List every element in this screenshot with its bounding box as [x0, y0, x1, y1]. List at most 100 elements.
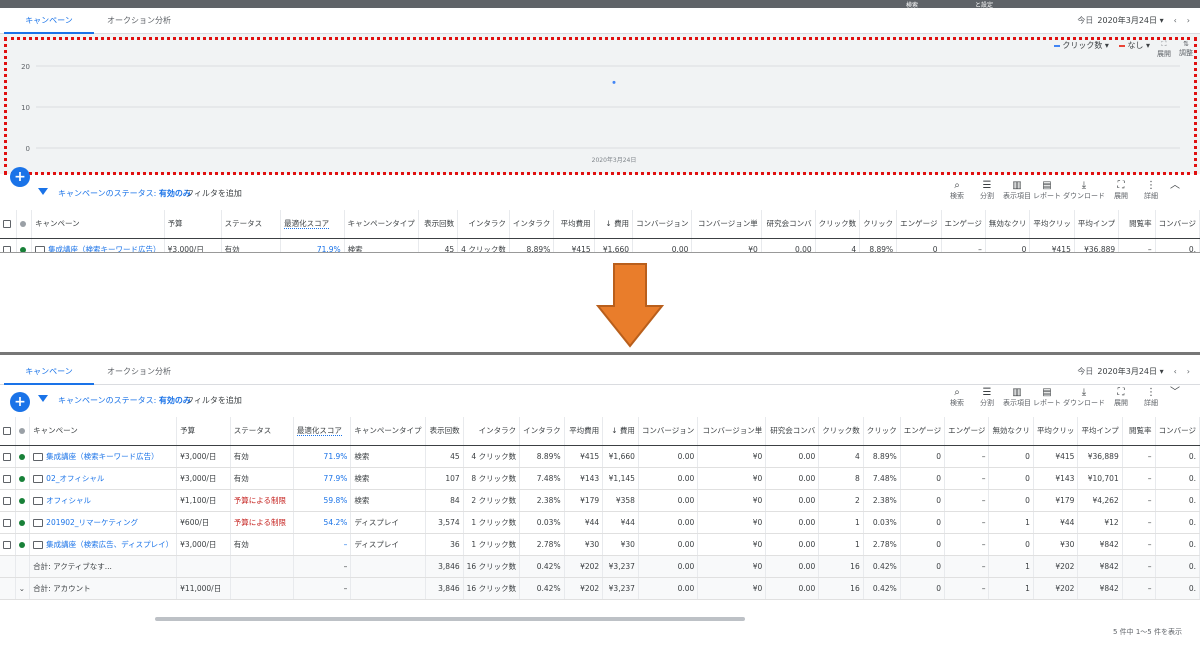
column-header[interactable]: クリック [859, 210, 898, 239]
table-row[interactable]: 集成講座（検索広告、ディスプレイ） ¥3,000/日 有効 – ディスプレイ 36 1 クリ… [0, 533, 1200, 556]
column-header[interactable]: 平均費用 [564, 417, 604, 446]
cell-name[interactable]: オフィシャル [29, 489, 178, 512]
column-header[interactable]: クリック数 [818, 417, 864, 446]
report-tool[interactable]: ▤ レポート [1032, 180, 1062, 201]
add-filter-link[interactable]: フィルタを追加 [186, 395, 242, 406]
cell-budget[interactable]: ¥3,000/日 [176, 533, 231, 556]
column-header[interactable]: キャンペーンタイプ [344, 210, 419, 239]
more-tool[interactable]: ⋮ 詳細 [1136, 387, 1166, 408]
column-header[interactable]: 予算 [164, 210, 222, 239]
column-header[interactable]: インタラク [457, 210, 510, 239]
table-row[interactable]: 02_オフィシャル ¥3,000/日 有効 77.9% 検索 107 8 クリック数 7.48… [0, 467, 1200, 490]
chevron-down-icon[interactable]: ▾ [1160, 16, 1164, 25]
expand-chevron-icon[interactable]: ﹀ [1166, 387, 1184, 398]
column-header[interactable]: 平均インプ [1074, 210, 1120, 239]
search-tool[interactable]: ⌕ 検索 [942, 387, 972, 408]
report-tool[interactable]: ▤ レポート [1032, 387, 1062, 408]
expand-tool[interactable]: ⛶ 展開 [1106, 180, 1136, 201]
columns-tool[interactable]: ▥ 表示項目 [1002, 387, 1032, 408]
segment-tool[interactable]: ☰ 分割 [972, 180, 1002, 201]
row-checkbox[interactable] [3, 496, 11, 505]
column-header[interactable]: 無効なクリ [988, 417, 1034, 446]
table-row[interactable]: 集成講座（検索キーワード広告） ¥3,000/日 有効 71.9% 検索 45 4 クリック… [0, 238, 1200, 252]
row-checkbox[interactable] [3, 474, 11, 483]
column-header[interactable] [0, 417, 16, 446]
status-filter-chip[interactable]: キャンペーンのステータス: 有効のみ [58, 188, 191, 199]
more-tool[interactable]: ⋮ 詳細 [1136, 180, 1166, 201]
cell-budget[interactable]: ¥3,000/日 [164, 238, 222, 252]
column-header[interactable]: キャンペーンタイプ [350, 417, 426, 446]
table-row[interactable]: オフィシャル ¥1,100/日 予算による制限 59.8% 検索 84 2 クリック数 2.3… [0, 489, 1200, 512]
column-header[interactable]: 平均クリッ [1033, 417, 1079, 446]
column-header[interactable]: 最適化スコア [280, 210, 345, 239]
table-row[interactable]: 201902_リマーケティング ¥600/日 予算による制限 54.2% ディスプレイ 3… [0, 511, 1200, 534]
chevron-left-icon[interactable]: ‹ [1174, 367, 1177, 376]
chevron-left-icon[interactable]: ‹ [1174, 16, 1177, 25]
tab-auction[interactable]: オークション分析 [94, 359, 184, 385]
select-all-checkbox[interactable] [3, 427, 11, 436]
tab-campaign[interactable]: キャンペーン [4, 359, 94, 385]
column-header[interactable]: キャンペーン [29, 417, 178, 446]
column-header[interactable]: コンバージョン単 [691, 210, 762, 239]
column-header[interactable]: キャンペーン [31, 210, 165, 239]
date-selector[interactable]: 今日 2020年3月24日 ▾ ‹ › [1077, 8, 1190, 34]
column-header[interactable]: 閲覧率 [1118, 210, 1156, 239]
expand-chevron-icon[interactable]: ⌄ [15, 577, 31, 600]
column-header[interactable]: 研究会コンバ [765, 417, 820, 446]
filter-icon[interactable] [38, 395, 48, 402]
row-checkbox[interactable] [3, 540, 11, 549]
row-checkbox[interactable] [3, 518, 11, 527]
chevron-right-icon[interactable]: › [1187, 16, 1190, 25]
column-header[interactable]: クリック数 [815, 210, 861, 239]
cell-name[interactable]: 201902_リマーケティング [29, 511, 178, 534]
column-header[interactable]: インタラク [509, 210, 555, 239]
column-header[interactable]: ステータス [221, 210, 282, 239]
download-tool[interactable]: ⤓ ダウンロード [1062, 180, 1106, 201]
add-filter-link[interactable]: フィルタを追加 [186, 188, 242, 199]
cell-budget[interactable]: ¥3,000/日 [176, 445, 231, 468]
cell-budget[interactable]: ¥1,100/日 [176, 489, 231, 512]
column-header[interactable]: ↓ 費用 [602, 417, 639, 446]
column-header[interactable]: インタラク [463, 417, 521, 446]
horizontal-scrollbar[interactable] [155, 617, 745, 621]
column-header[interactable]: エンゲージ [900, 417, 946, 446]
column-header[interactable]: コンバージ [1155, 417, 1200, 446]
column-header[interactable]: 表示回数 [425, 417, 464, 446]
column-header[interactable]: エンゲージ [944, 417, 990, 446]
columns-tool[interactable]: ▥ 表示項目 [1002, 180, 1032, 201]
column-header[interactable]: 平均インプ [1077, 417, 1123, 446]
segment-tool[interactable]: ☰ 分割 [972, 387, 1002, 408]
collapse-chevron-icon[interactable]: ︿ [1166, 180, 1184, 191]
column-header[interactable]: コンバージ [1155, 210, 1200, 239]
column-header[interactable]: 無効なクリ [985, 210, 1031, 239]
column-header[interactable] [15, 417, 31, 446]
column-header[interactable]: 平均クリッ [1029, 210, 1075, 239]
search-tool[interactable]: ⌕ 検索 [942, 180, 972, 201]
cell-name[interactable]: 02_オフィシャル [29, 467, 178, 490]
column-header[interactable]: ステータス [230, 417, 294, 446]
column-header[interactable]: 研究会コンバ [761, 210, 816, 239]
column-header[interactable]: コンバージョン [638, 417, 699, 446]
row-checkbox[interactable] [3, 452, 11, 461]
column-header[interactable]: コンバージョン単 [697, 417, 767, 446]
column-header[interactable]: 平均費用 [553, 210, 595, 239]
tab-campaign[interactable]: キャンペーン [4, 8, 94, 34]
column-header[interactable] [0, 210, 17, 239]
cell-budget[interactable]: ¥3,000/日 [176, 467, 231, 490]
table-row[interactable]: 集成講座（検索キーワード広告） ¥3,000/日 有効 71.9% 検索 45 4 クリック… [0, 445, 1200, 468]
status-filter-chip[interactable]: キャンペーンのステータス: 有効のみ [58, 395, 191, 406]
column-header[interactable]: コンバージョン [632, 210, 693, 239]
column-header[interactable] [16, 210, 33, 239]
row-checkbox[interactable] [3, 245, 11, 252]
column-header[interactable]: インタラク [519, 417, 565, 446]
cell-budget[interactable]: ¥600/日 [176, 511, 231, 534]
column-header[interactable]: エンゲージ [896, 210, 942, 239]
chevron-right-icon[interactable]: › [1187, 367, 1190, 376]
cell-name[interactable]: 集成講座（検索広告、ディスプレイ） [29, 533, 178, 556]
column-header[interactable]: 閲覧率 [1122, 417, 1156, 446]
column-header[interactable]: エンゲージ [941, 210, 986, 239]
cell-name[interactable]: 集成講座（検索キーワード広告） [31, 238, 165, 252]
column-header[interactable]: 予算 [176, 417, 231, 446]
date-selector[interactable]: 今日 2020年3月24日 ▾ ‹ › [1077, 359, 1190, 385]
download-tool[interactable]: ⤓ ダウンロード [1062, 387, 1106, 408]
